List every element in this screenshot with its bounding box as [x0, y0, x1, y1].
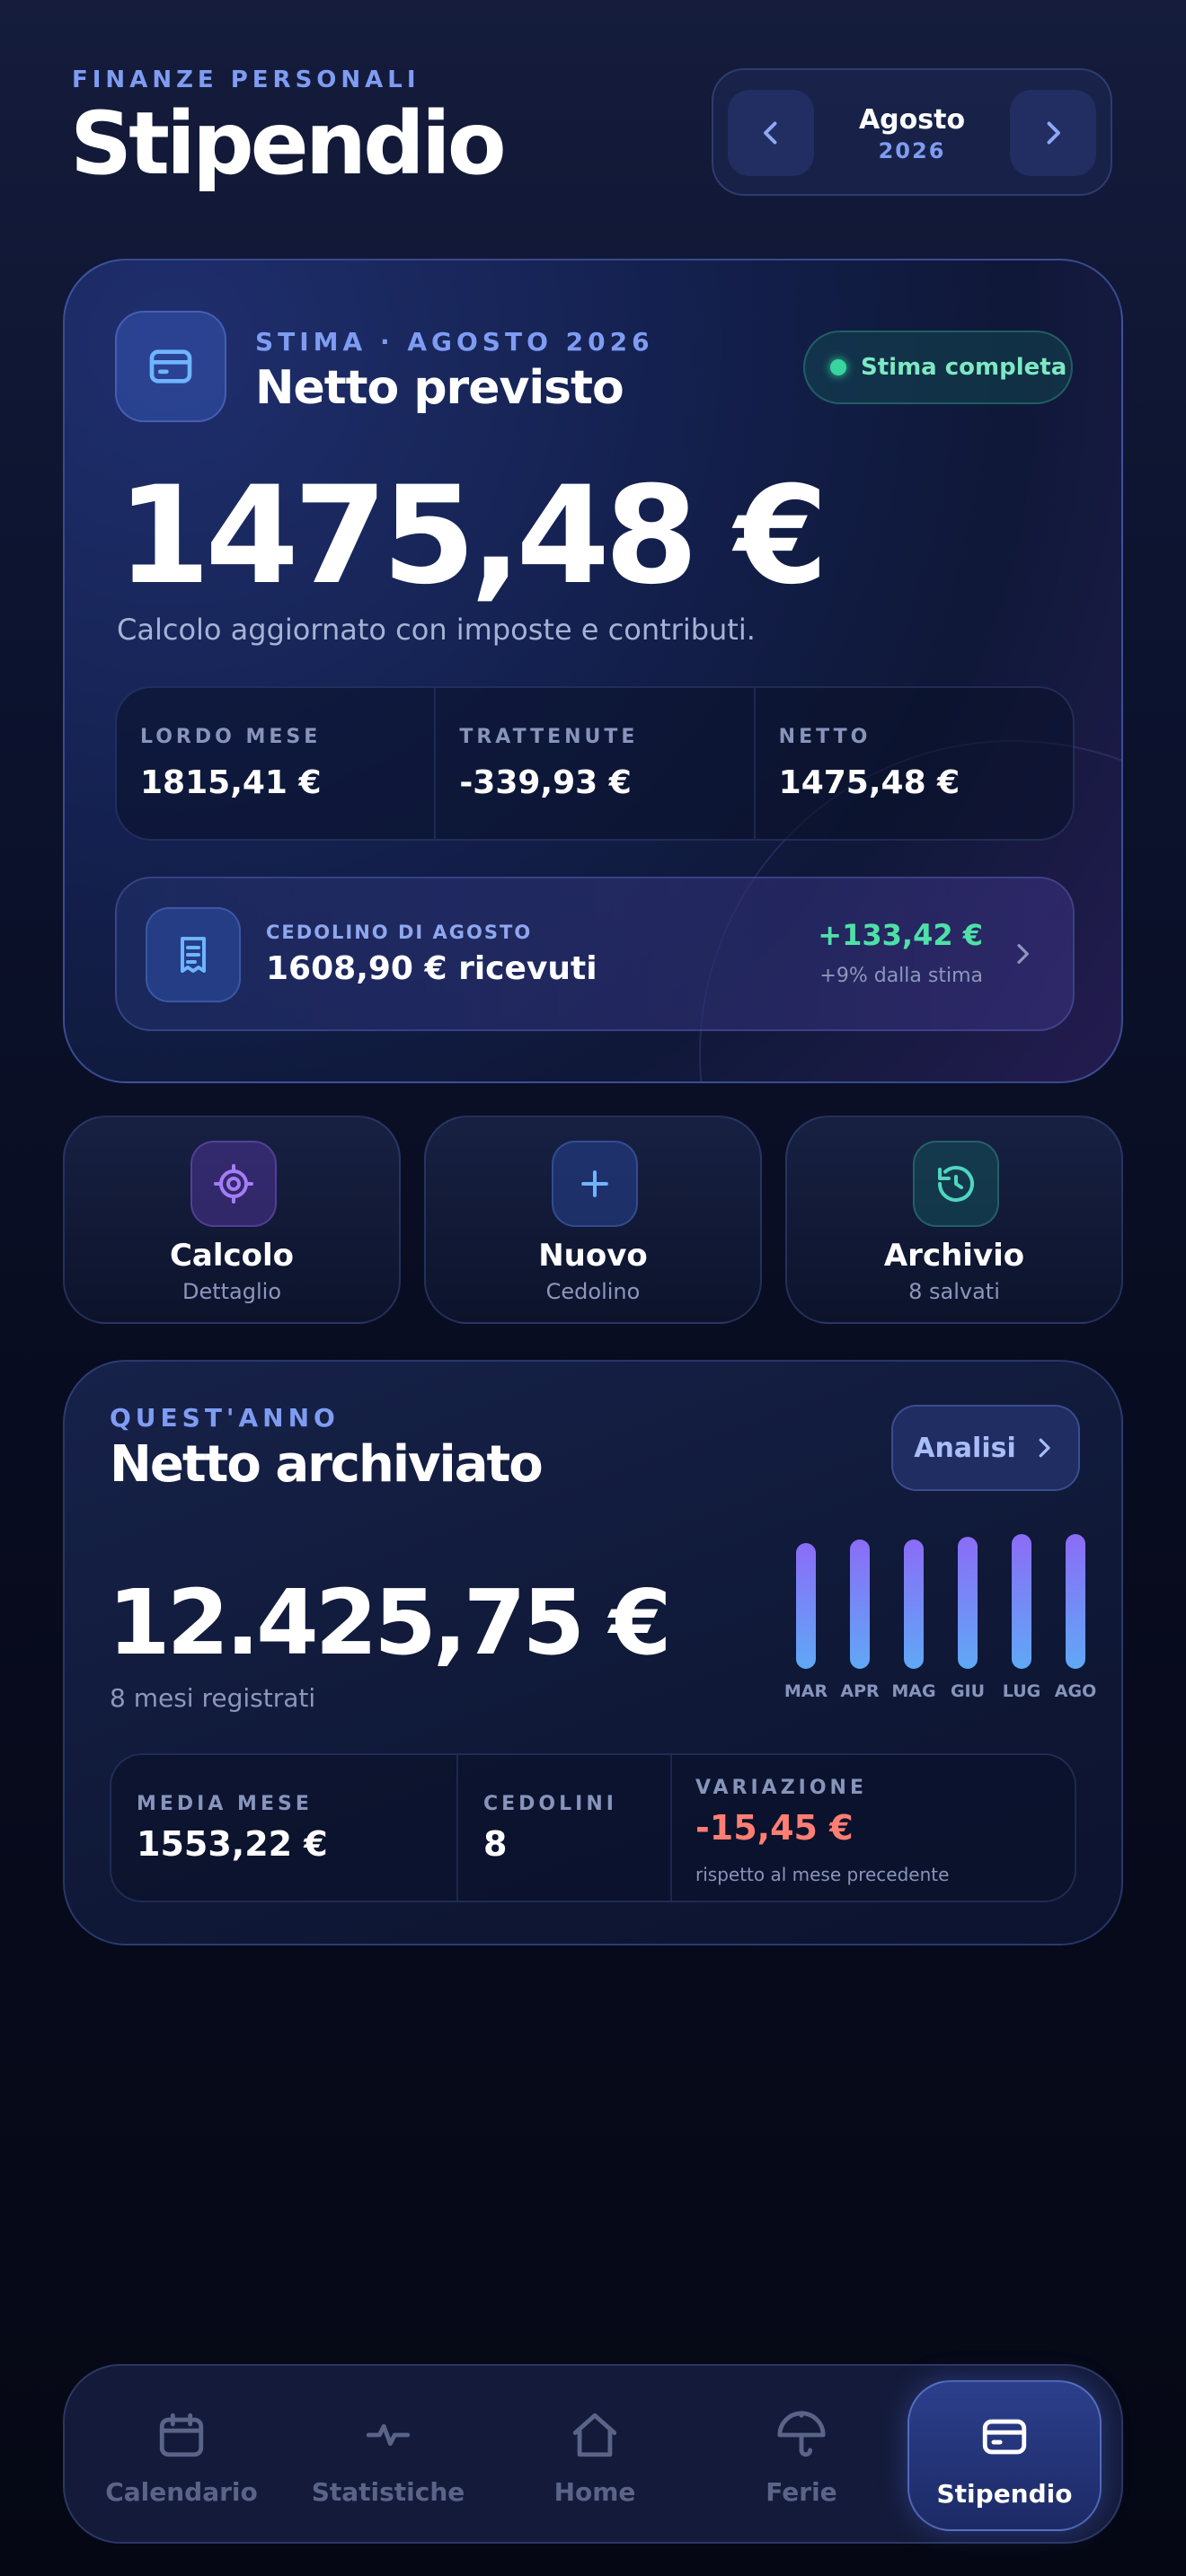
- change-stat: VARIAZIONE -15,45 € rispetto al mese pre…: [695, 1755, 949, 1901]
- bar: [904, 1539, 924, 1669]
- nav-label: Statistiche: [311, 2477, 465, 2507]
- nav-item-home[interactable]: Home: [496, 2366, 694, 2545]
- estimate-breakdown: LORDO MESE 1815,41 € TRATTENUTE -339,93 …: [115, 686, 1075, 841]
- year-summary-card: QUEST'ANNO Netto archiviato Analisi 12.4…: [63, 1360, 1123, 1945]
- stat-label: NETTO: [778, 726, 872, 748]
- analysis-label: Analisi: [914, 1432, 1016, 1464]
- month-selector: Agosto 2026: [712, 68, 1112, 196]
- nav-item-calendario[interactable]: Calendario: [83, 2366, 280, 2545]
- nav-item-stipendio[interactable]: Stipendio: [907, 2380, 1102, 2531]
- bar: [1066, 1534, 1085, 1669]
- nav-label: Stipendio: [936, 2479, 1073, 2509]
- chevron-right-icon: [1017, 944, 1029, 964]
- pulse-icon: [366, 2423, 411, 2447]
- bar-label: GIU: [950, 1681, 986, 1701]
- chart-bar-mag: MAG: [888, 1539, 940, 1701]
- page-eyebrow: FINANZE PERSONALI: [72, 66, 420, 93]
- archive-tile[interactable]: Archivio 8 salvati: [785, 1116, 1123, 1324]
- chart-bar-mar: MAR: [780, 1543, 832, 1701]
- stat-value: 1475,48 €: [778, 764, 960, 801]
- wallet-icon: [115, 311, 226, 422]
- stat-label: VARIAZIONE: [695, 1777, 867, 1799]
- tile-title: Archivio: [883, 1238, 1025, 1274]
- stat-value: -15,45 €: [695, 1808, 854, 1848]
- stat-value: 8: [483, 1824, 508, 1864]
- analysis-button[interactable]: Analisi: [891, 1405, 1080, 1491]
- chevron-right-icon: [1047, 121, 1060, 145]
- gross-stat: LORDO MESE 1815,41 €: [117, 688, 437, 839]
- status-badge: Stima completa: [803, 331, 1073, 404]
- new-payslip-tile[interactable]: Nuovo Cedolino: [424, 1116, 762, 1324]
- year-stats: MEDIA MESE 1553,22 € CEDOLINI 8 VARIAZIO…: [110, 1753, 1076, 1902]
- stat-label: TRATTENUTE: [459, 726, 639, 748]
- chart-bar-lug: LUG: [996, 1534, 1048, 1701]
- chevron-right-icon: [1039, 1438, 1050, 1458]
- bar-label: LUG: [1002, 1681, 1041, 1701]
- chart-bar-apr: APR: [834, 1539, 886, 1701]
- year-eyebrow: QUEST'ANNO: [110, 1403, 340, 1433]
- payslip-row[interactable]: CEDOLINO DI AGOSTO 1608,90 € ricevuti +1…: [115, 877, 1075, 1031]
- tile-subtitle: 8 salvati: [908, 1279, 1000, 1304]
- receipt-icon: [146, 907, 241, 1002]
- plus-icon: [552, 1141, 638, 1227]
- status-dot-icon: [830, 359, 846, 375]
- status-label: Stima completa: [861, 354, 1067, 381]
- target-icon: [190, 1141, 277, 1227]
- estimate-subtitle: Calcolo aggiornato con imposte e contrib…: [117, 613, 756, 647]
- year-subtitle: 8 mesi registrati: [110, 1683, 316, 1713]
- home-icon: [572, 2413, 617, 2457]
- bar-label: AGO: [1054, 1681, 1097, 1701]
- payslip-delta: +133,42 €: [818, 918, 983, 952]
- stat-label: MEDIA MESE: [137, 1793, 313, 1815]
- nav-item-statistiche[interactable]: Statistiche: [289, 2366, 487, 2545]
- payslip-value: 1608,90 € ricevuti: [266, 950, 597, 987]
- deductions-stat: TRATTENUTE -339,93 €: [436, 688, 756, 839]
- tile-subtitle: Cedolino: [545, 1279, 641, 1304]
- stat-value: -339,93 €: [459, 764, 632, 801]
- divider: [670, 1755, 672, 1901]
- bar-label: MAG: [891, 1681, 936, 1701]
- history-icon: [913, 1141, 999, 1227]
- stat-value: 1815,41 €: [140, 764, 322, 801]
- tile-title: Nuovo: [538, 1238, 648, 1274]
- net-stat: NETTO 1475,48 €: [756, 688, 1073, 839]
- bar: [796, 1543, 816, 1669]
- next-month-button[interactable]: [1010, 90, 1096, 176]
- estimate-card: STIMA · AGOSTO 2026 Netto previsto Stima…: [63, 259, 1123, 1083]
- tile-subtitle: Dettaglio: [181, 1279, 282, 1304]
- umbrella-icon: [777, 2411, 826, 2457]
- nav-label: Home: [553, 2477, 636, 2507]
- chart-bar-giu: GIU: [942, 1537, 994, 1701]
- nav-label: Ferie: [766, 2477, 837, 2507]
- tile-title: Calcolo: [169, 1238, 295, 1274]
- bar-label: APR: [840, 1681, 880, 1701]
- calendar-icon: [159, 2413, 204, 2457]
- bar: [1012, 1534, 1031, 1669]
- nav-label: Calendario: [105, 2477, 258, 2507]
- page-title: Stipendio: [70, 93, 507, 194]
- estimate-title: Netto previsto: [255, 361, 624, 415]
- divider: [456, 1755, 458, 1901]
- estimate-eyebrow: STIMA · AGOSTO 2026: [255, 327, 654, 357]
- bar: [958, 1537, 978, 1669]
- calculation-tile[interactable]: Calcolo Dettaglio: [63, 1116, 401, 1324]
- bar-label: MAR: [783, 1681, 828, 1701]
- chart-bar-ago: AGO: [1049, 1534, 1102, 1701]
- average-stat: MEDIA MESE 1553,22 €: [137, 1755, 328, 1901]
- bar: [850, 1539, 870, 1669]
- monthly-bar-chart: MAR APR MAG GIU LUG AGO: [766, 1534, 1107, 1701]
- stat-note: rispetto al mese precedente: [695, 1864, 950, 1885]
- payslip-count-stat: CEDOLINI 8: [483, 1755, 617, 1901]
- payslip-delta-note: +9% dalla stima: [819, 965, 983, 987]
- net-amount: 1475,48 €: [117, 458, 828, 614]
- nav-item-ferie[interactable]: Ferie: [703, 2366, 900, 2545]
- bottom-navigation: Calendario Statistiche Home Ferie Stipen…: [63, 2364, 1123, 2544]
- year-title: Netto archiviato: [110, 1435, 544, 1494]
- wallet-icon: [982, 2419, 1027, 2455]
- payslip-label: CEDOLINO DI AGOSTO: [266, 922, 533, 943]
- stat-label: CEDOLINI: [483, 1793, 617, 1815]
- year-total-amount: 12.425,75 €: [108, 1570, 671, 1675]
- stat-value: 1553,22 €: [137, 1824, 328, 1864]
- stat-label: LORDO MESE: [140, 726, 322, 748]
